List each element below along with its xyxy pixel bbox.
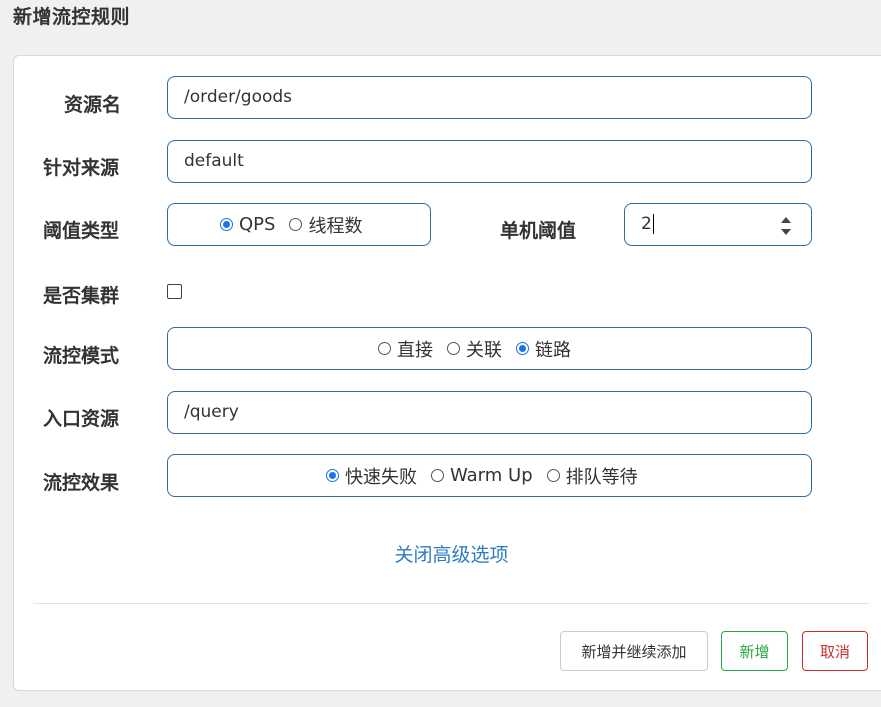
radio-thread-count-icon[interactable] [289,218,303,231]
radio-related[interactable]: 关联 [447,336,502,362]
entry-resource-value: /query [184,402,239,422]
control-mode-group: 直接 关联 链路 [167,327,812,370]
number-spinner[interactable] [779,217,793,235]
radio-thread-count-label: 线程数 [308,215,363,237]
text-caret [652,214,654,234]
radio-direct-label: 直接 [397,339,433,361]
radio-fail-fast-icon[interactable] [326,469,339,482]
radio-related-icon[interactable] [447,342,460,355]
radio-queue[interactable]: 排队等待 [546,463,638,489]
radio-qps[interactable]: QPS [220,214,275,235]
cluster-checkbox[interactable] [167,284,182,299]
spinner-up-icon[interactable] [781,217,791,223]
toggle-advanced-link[interactable]: 关闭高级选项 [0,540,881,567]
threshold-value: 2 [641,214,652,234]
radio-fail-fast[interactable]: 快速失败 [326,463,417,489]
radio-chain[interactable]: 链路 [516,336,571,362]
radio-warm-up-label: Warm Up [450,465,533,486]
radio-warm-up[interactable]: Warm Up [431,465,533,486]
threshold-type-label: 阈值类型 [43,220,120,242]
radio-queue-label: 排队等待 [565,466,638,488]
resource-value: /order/goods [184,87,293,107]
add-button[interactable]: 新增 [721,631,788,671]
threshold-type-group: QPS 线程数 [167,203,431,246]
cancel-button[interactable]: 取消 [802,631,868,671]
entry-resource-input[interactable]: /query [167,391,812,434]
dialog-title: 新增流控规则 [13,6,131,28]
threshold-input[interactable]: 2 [624,203,812,246]
origin-value: default [184,151,244,171]
threshold-label: 单机阈值 [500,220,577,242]
resource-input[interactable]: /order/goods [167,76,812,119]
footer-divider [33,603,869,604]
control-effect-label: 流控效果 [43,472,120,494]
radio-queue-icon[interactable] [546,469,560,482]
add-and-continue-button[interactable]: 新增并继续添加 [560,631,708,671]
origin-label: 针对来源 [43,157,120,179]
radio-qps-label: QPS [239,214,276,235]
radio-direct[interactable]: 直接 [378,336,433,362]
radio-related-label: 关联 [466,339,502,361]
resource-label: 资源名 [64,94,122,116]
entry-resource-label: 入口资源 [43,408,120,430]
control-mode-label: 流控模式 [43,345,120,367]
control-effect-group: 快速失败 Warm Up 排队等待 [167,454,812,497]
origin-input[interactable]: default [167,140,812,183]
radio-direct-icon[interactable] [378,342,391,355]
radio-fail-fast-label: 快速失败 [345,466,417,488]
radio-chain-icon[interactable] [516,342,529,355]
radio-warm-up-icon[interactable] [431,469,444,482]
cluster-label: 是否集群 [43,285,120,307]
radio-qps-icon[interactable] [220,218,233,231]
spinner-down-icon[interactable] [781,229,791,235]
radio-thread-count[interactable]: 线程数 [289,212,362,238]
radio-chain-label: 链路 [535,339,571,361]
